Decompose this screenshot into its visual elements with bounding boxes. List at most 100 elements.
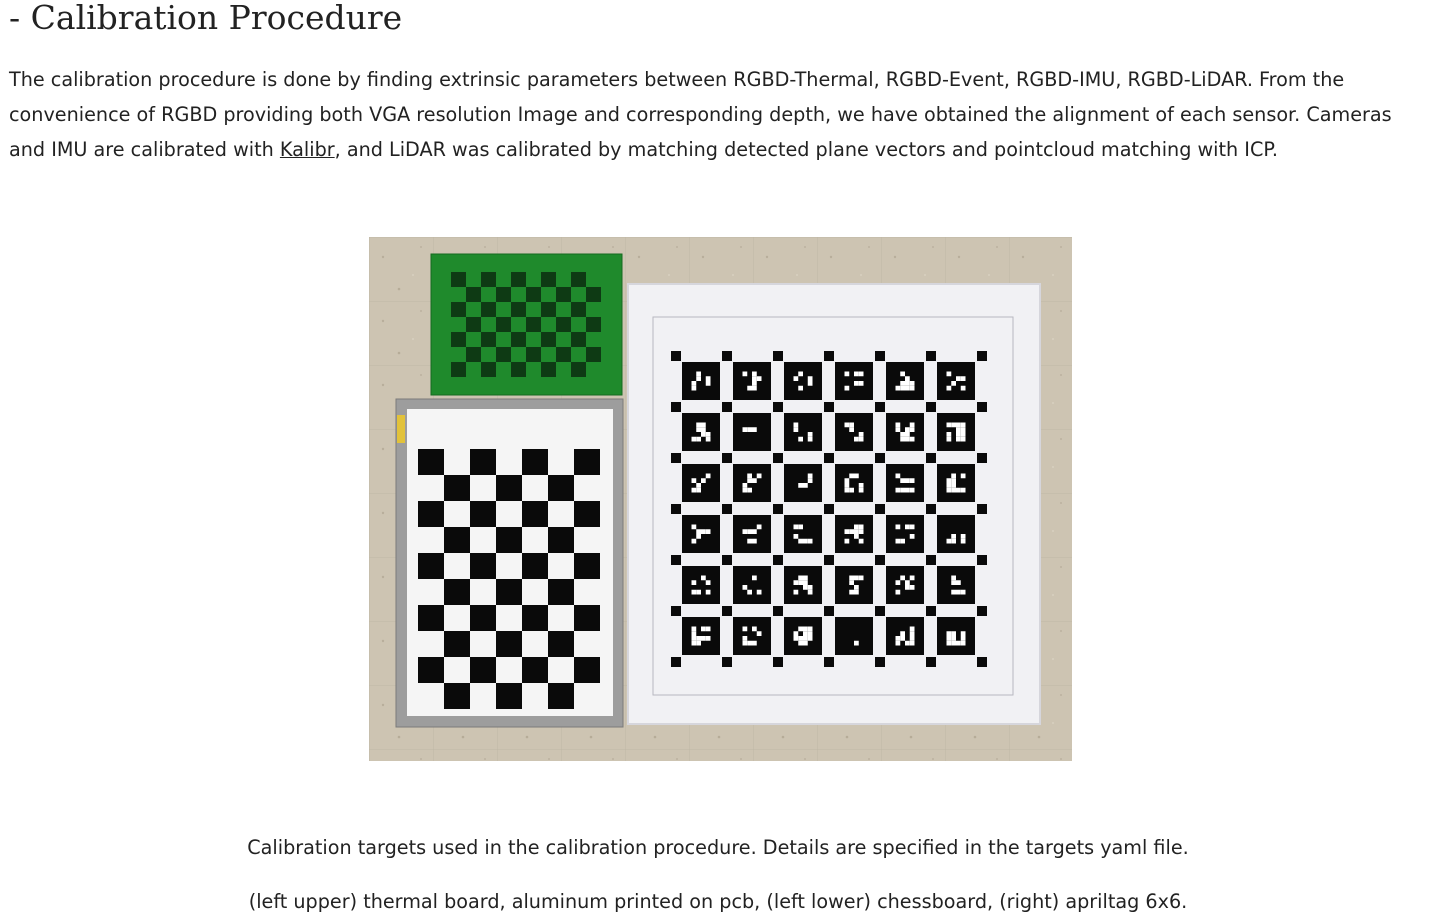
apriltag-bit bbox=[705, 432, 711, 437]
apriltag-bit bbox=[905, 385, 910, 391]
apriltag-corner bbox=[875, 351, 885, 361]
apriltag-bit bbox=[909, 422, 915, 428]
apriltag-corner bbox=[926, 453, 936, 463]
apriltag-bit bbox=[798, 575, 803, 581]
apriltag-bit bbox=[844, 478, 850, 483]
apriltag-bit bbox=[696, 483, 701, 488]
kalibr-link[interactable]: Kalibr bbox=[280, 138, 335, 161]
chess-square bbox=[470, 657, 496, 683]
apriltag-bit bbox=[793, 524, 799, 530]
apriltag-corner bbox=[773, 606, 783, 616]
apriltag-bit bbox=[798, 580, 803, 585]
apriltag-bit bbox=[849, 422, 854, 428]
apriltag-bit bbox=[793, 636, 799, 641]
apriltag-bit bbox=[793, 427, 799, 432]
thermal-square bbox=[451, 302, 466, 317]
apriltag-corner bbox=[977, 504, 987, 514]
apriltag-bit bbox=[849, 487, 854, 493]
apriltag-bit bbox=[951, 381, 956, 386]
thermal-square bbox=[586, 287, 601, 302]
apriltag-bit bbox=[742, 640, 748, 646]
apriltag-corner bbox=[926, 504, 936, 514]
chess-square bbox=[548, 579, 574, 605]
chess-square bbox=[418, 449, 444, 475]
apriltag-bit bbox=[701, 427, 706, 432]
thermal-square bbox=[451, 272, 466, 287]
chess-square bbox=[444, 475, 470, 501]
chess-square bbox=[470, 449, 496, 475]
apriltag-bit bbox=[946, 436, 952, 442]
apriltag-bit bbox=[960, 385, 966, 391]
apriltag-bit bbox=[895, 473, 901, 479]
chess-square bbox=[548, 631, 574, 657]
apriltag-corner bbox=[773, 657, 783, 667]
apriltag-bit bbox=[849, 529, 854, 534]
apriltag-bit bbox=[900, 436, 905, 442]
thermal-square bbox=[556, 287, 571, 302]
chess-square bbox=[444, 631, 470, 657]
apriltag-bit bbox=[798, 371, 803, 377]
apriltag-bit bbox=[900, 381, 905, 386]
apriltag-bit bbox=[854, 589, 859, 595]
apriltag-corner bbox=[926, 657, 936, 667]
figure-caption-line1: Calibration targets used in the calibrat… bbox=[247, 836, 1189, 859]
chess-square bbox=[522, 501, 548, 527]
apriltag-bit bbox=[701, 422, 706, 428]
apriltag-bit bbox=[909, 585, 915, 590]
apriltag-bit bbox=[946, 385, 952, 391]
chess-square bbox=[470, 501, 496, 527]
apriltag-corner bbox=[722, 657, 732, 667]
thermal-square bbox=[571, 332, 586, 347]
chess-square bbox=[496, 631, 522, 657]
thermal-square bbox=[586, 317, 601, 332]
thermal-square bbox=[586, 347, 601, 362]
apriltag-bit bbox=[747, 529, 752, 534]
apriltag-corner bbox=[875, 453, 885, 463]
apriltag-bit bbox=[951, 473, 956, 479]
apriltag-corner bbox=[671, 555, 681, 565]
figure-caption-line2: (left upper) thermal board, aluminum pri… bbox=[248, 890, 1188, 913]
apriltag-bit bbox=[960, 473, 966, 479]
apriltag-bit bbox=[793, 589, 799, 595]
apriltag-bit bbox=[900, 636, 905, 641]
apriltag-bit bbox=[747, 640, 752, 646]
apriltag-bit bbox=[747, 487, 752, 493]
apriltag-bit bbox=[956, 580, 961, 585]
apriltag-corner bbox=[722, 606, 732, 616]
apriltag-bit bbox=[798, 626, 803, 632]
thermal-square bbox=[526, 287, 541, 302]
apriltag-bit bbox=[956, 422, 961, 428]
apriltag-bit bbox=[844, 487, 850, 493]
apriltag-bit bbox=[849, 427, 854, 432]
apriltag-bit bbox=[742, 427, 748, 432]
chess-square bbox=[418, 605, 444, 631]
apriltag-bit bbox=[752, 626, 757, 632]
apriltag-bit bbox=[696, 589, 701, 595]
apriltag-bit bbox=[705, 473, 711, 479]
apriltag-corner bbox=[773, 453, 783, 463]
apriltag-bit bbox=[895, 487, 901, 493]
apriltag-corner bbox=[671, 657, 681, 667]
apriltag-corner bbox=[926, 402, 936, 412]
apriltag-corner bbox=[671, 606, 681, 616]
thermal-square bbox=[481, 272, 496, 287]
apriltag-bit bbox=[905, 427, 910, 432]
apriltag-bit bbox=[960, 487, 966, 493]
apriltag-bit bbox=[807, 473, 813, 479]
apriltag-bit bbox=[747, 385, 752, 391]
apriltag-bit bbox=[793, 631, 799, 636]
apriltag-bit bbox=[807, 631, 813, 636]
apriltag-bit bbox=[956, 376, 961, 381]
apriltag-bit bbox=[909, 427, 915, 432]
apriltag-tag bbox=[733, 617, 771, 655]
apriltag-bit bbox=[742, 529, 748, 534]
apriltag-bit bbox=[793, 376, 799, 381]
apriltag-bit bbox=[909, 640, 915, 646]
apriltag-bit bbox=[946, 478, 952, 483]
apriltag-bit bbox=[742, 487, 748, 493]
thermal-square bbox=[556, 347, 571, 362]
apriltag-corner bbox=[773, 351, 783, 361]
apriltag-corner bbox=[875, 606, 885, 616]
apriltag-bit bbox=[956, 427, 961, 432]
apriltag-bit bbox=[756, 589, 762, 595]
